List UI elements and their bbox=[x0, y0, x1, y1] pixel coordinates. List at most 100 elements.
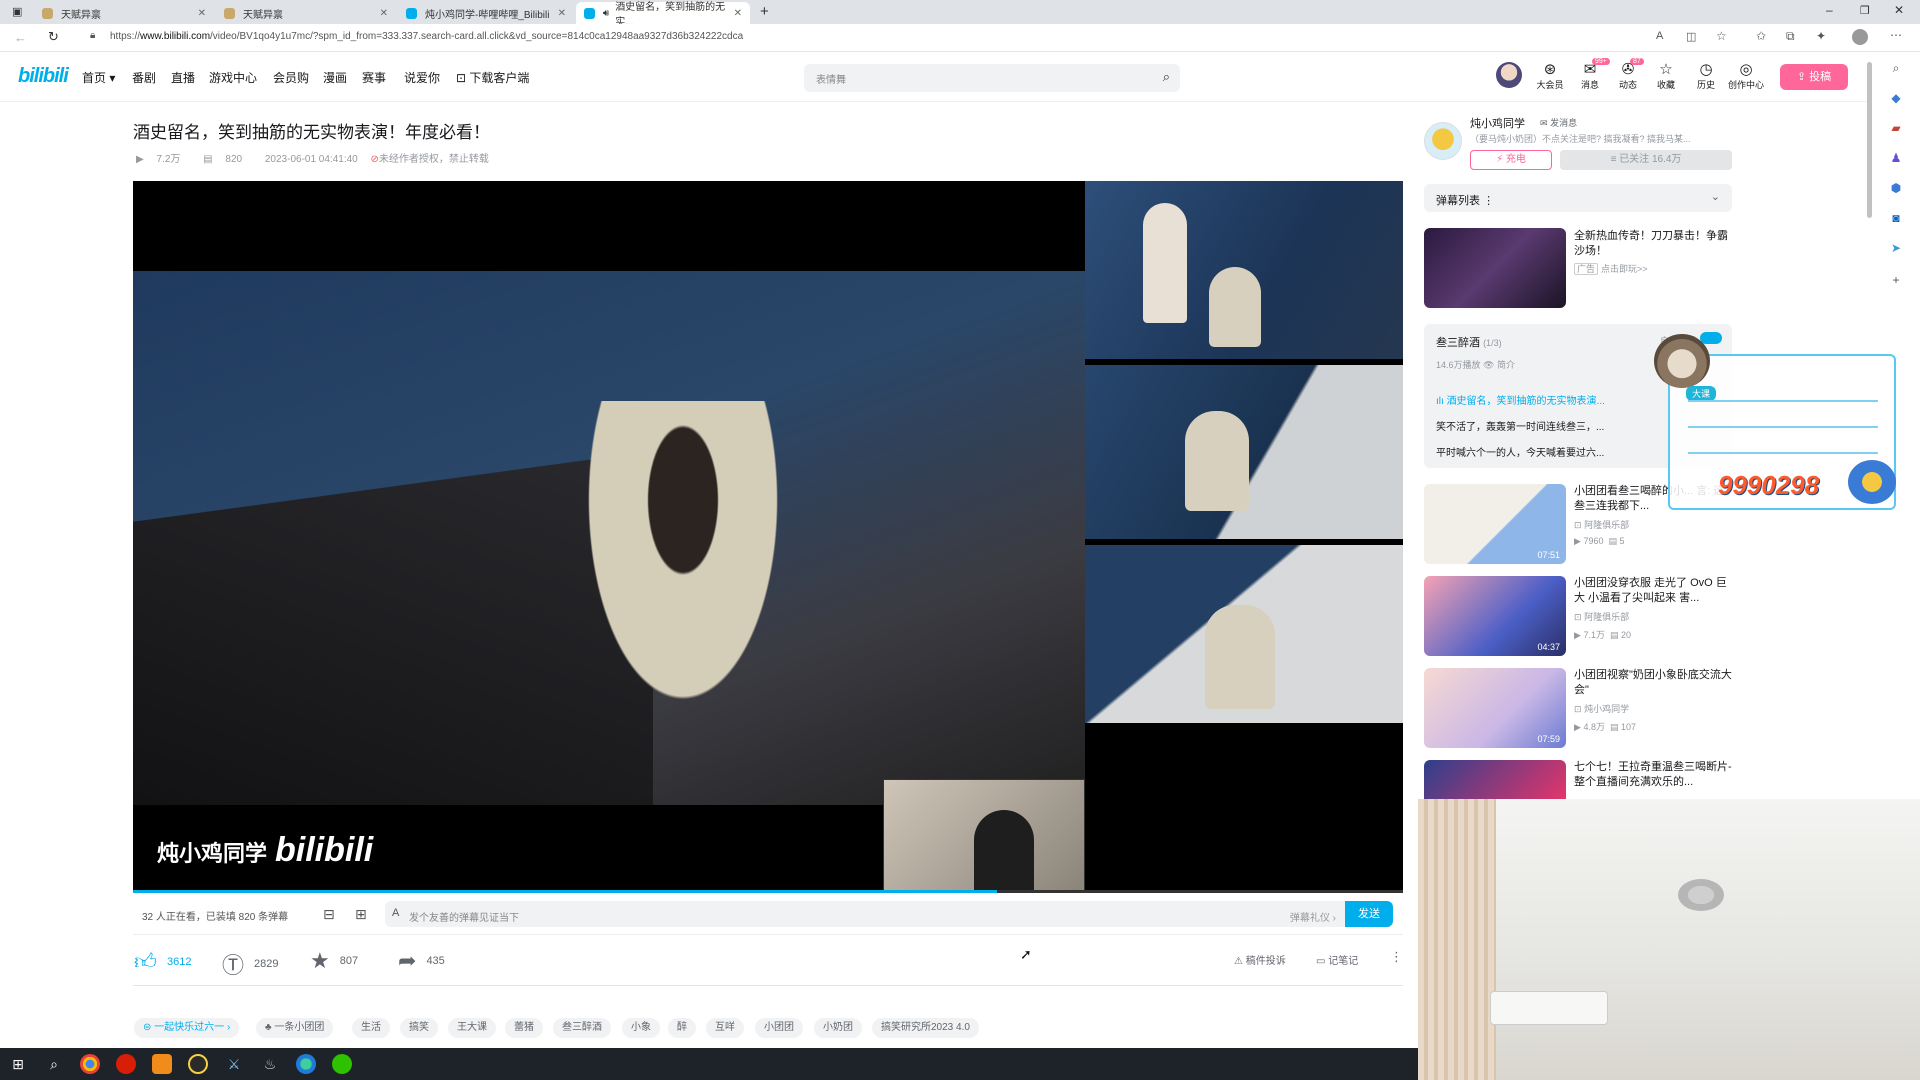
edge-icon[interactable] bbox=[296, 1054, 316, 1074]
tab-actions-icon[interactable]: ▣ bbox=[12, 5, 22, 18]
tag-item[interactable]: 醉 bbox=[668, 1018, 696, 1038]
app-icon[interactable] bbox=[188, 1054, 208, 1074]
nav-home[interactable]: 首页 ▾ bbox=[82, 69, 115, 86]
chrome-icon[interactable] bbox=[80, 1054, 100, 1074]
tab-close-icon[interactable]: ✕ bbox=[380, 8, 388, 19]
uploader-name[interactable]: 炖小鸡同学 bbox=[1470, 115, 1525, 131]
tag-sidebar-icon[interactable]: ◆ bbox=[1888, 90, 1904, 106]
rec-title[interactable]: 七个七！王拉奇重温叁三喝断片-整个直播间充满欢乐的... bbox=[1574, 760, 1734, 790]
danmaku-etiquette-link[interactable]: 弹幕礼仪 › bbox=[1290, 909, 1336, 924]
rec-uploader[interactable]: ⊡ 阿隆俱乐部 bbox=[1574, 518, 1629, 531]
bilibili-logo[interactable]: bilibili bbox=[18, 65, 69, 88]
rec-title[interactable]: 小团团没穿衣服 走光了 OvO 巨大 小温看了尖叫起来 害... bbox=[1574, 576, 1734, 606]
rec-thumbnail[interactable]: 07:59 bbox=[1424, 668, 1566, 748]
rec-thumbnail[interactable]: 04:37 bbox=[1424, 576, 1566, 656]
office-sidebar-icon[interactable]: ⬢ bbox=[1888, 180, 1904, 196]
outlook-sidebar-icon[interactable]: ◙ bbox=[1888, 210, 1904, 226]
browser-tab[interactable]: 天赋异禀 ✕ bbox=[34, 2, 214, 24]
nav-game-center[interactable]: 游戏中心 bbox=[209, 69, 257, 86]
nav-manga[interactable]: 漫画 bbox=[323, 69, 347, 86]
tag-item[interactable]: 小奶团 bbox=[814, 1018, 862, 1038]
tag-item[interactable]: 生活 bbox=[352, 1018, 390, 1038]
danmaku-list-header[interactable]: 弹幕列表 ⋮ ⌄ bbox=[1424, 184, 1732, 212]
collection-episode[interactable]: ılı 酒史留名，笑到抽筋的无实物表演... bbox=[1436, 392, 1636, 407]
danmaku-style-icon[interactable]: A bbox=[392, 907, 399, 919]
app-icon[interactable] bbox=[152, 1054, 172, 1074]
tag-item[interactable]: 搞笑 bbox=[400, 1018, 438, 1038]
chevron-down-icon[interactable]: ⌄ bbox=[1711, 190, 1720, 203]
report-button[interactable]: ⚠ 稿件投诉 bbox=[1234, 952, 1286, 967]
tag-item[interactable]: 小象 bbox=[622, 1018, 660, 1038]
collections-icon[interactable]: ⧉ bbox=[1786, 29, 1795, 44]
coin-button[interactable]: Ⓣ 2829 bbox=[222, 948, 279, 980]
nav-event[interactable]: 说爱你 bbox=[404, 69, 440, 86]
nav-live[interactable]: 直播 bbox=[171, 69, 195, 86]
rec-uploader[interactable]: ⊡ 炖小鸡同学 bbox=[1574, 702, 1629, 715]
autoplay-toggle[interactable] bbox=[1700, 332, 1722, 344]
tag-topic[interactable]: ⊜ 一起快乐过六一 › bbox=[134, 1018, 240, 1038]
danmaku-input[interactable]: A 发个友善的弹幕见证当下 弹幕礼仪 › bbox=[385, 901, 1348, 927]
add-sidebar-icon[interactable]: + bbox=[1888, 272, 1904, 288]
upload-button[interactable]: ⇪ 投稿 bbox=[1780, 64, 1848, 90]
search-taskbar-icon[interactable]: ⌕ bbox=[44, 1054, 64, 1074]
windows-start-icon[interactable]: ⊞ bbox=[8, 1054, 28, 1074]
tab-close-icon[interactable]: ✕ bbox=[558, 8, 566, 19]
header-favorite[interactable]: ☆ 收藏 bbox=[1646, 62, 1686, 91]
search-box[interactable]: 表情舞 ⌕ bbox=[804, 64, 1180, 92]
new-tab-icon[interactable]: + bbox=[760, 3, 769, 20]
tag-item[interactable]: 小团团 bbox=[755, 1018, 803, 1038]
danmaku-settings-icon[interactable]: ⊞ bbox=[355, 906, 367, 923]
back-icon[interactable]: ← bbox=[14, 30, 27, 45]
lock-icon[interactable]: 🔒︎ bbox=[90, 30, 95, 41]
app-icon[interactable]: ⚔ bbox=[224, 1054, 244, 1074]
briefcase-sidebar-icon[interactable]: ▰ bbox=[1888, 120, 1904, 136]
rec-title[interactable]: 小团团视察"奶团小象卧底交流大会" bbox=[1574, 668, 1734, 698]
extension-icon[interactable]: ✦ bbox=[1816, 29, 1826, 43]
send-danmaku-button[interactable]: 发送 bbox=[1345, 901, 1393, 927]
ad-label[interactable]: 广告 点击即玩>> bbox=[1574, 262, 1648, 275]
search-icon[interactable]: ⌕ bbox=[1163, 69, 1170, 85]
page-scrollbar[interactable] bbox=[1867, 62, 1872, 218]
nav-download[interactable]: ⊡ 下载客户端 bbox=[456, 69, 529, 86]
search-sidebar-icon[interactable]: ⌕ bbox=[1888, 60, 1904, 76]
ad-thumbnail[interactable] bbox=[1424, 228, 1566, 308]
more-menu-icon[interactable]: ⋯ bbox=[1890, 28, 1902, 42]
header-vip[interactable]: ⊛ 大会员 bbox=[1530, 62, 1570, 91]
collection-episode[interactable]: 平时喊六个一的人，今天喊着要过六... bbox=[1436, 444, 1636, 459]
netease-music-icon[interactable] bbox=[116, 1054, 136, 1074]
ad-title[interactable]: 全新热血传奇！刀刀暴击！争霸沙场！ bbox=[1574, 229, 1734, 259]
reader-view-icon[interactable]: ◫ bbox=[1686, 30, 1696, 43]
note-button[interactable]: ▭ 记笔记 bbox=[1316, 952, 1358, 967]
close-window-icon[interactable]: ✕ bbox=[1894, 3, 1904, 17]
favorite-button[interactable]: ★ 807 bbox=[310, 948, 358, 974]
favorites-list-icon[interactable]: ✩ bbox=[1756, 29, 1766, 43]
favorite-page-icon[interactable]: ☆ bbox=[1716, 29, 1727, 43]
restore-icon[interactable]: ❐ bbox=[1860, 4, 1870, 17]
tag-item[interactable]: 王大课 bbox=[448, 1018, 496, 1038]
minimize-icon[interactable]: – bbox=[1826, 3, 1833, 17]
browser-tab[interactable]: 炖小鸡同学-哔哩哔哩_Bilibili ✕ bbox=[398, 2, 574, 24]
nav-anime[interactable]: 番剧 bbox=[132, 69, 156, 86]
nav-mall[interactable]: 会员购 bbox=[273, 69, 309, 86]
send-sidebar-icon[interactable]: ➤ bbox=[1888, 240, 1904, 256]
search-input[interactable]: 表情舞 bbox=[816, 71, 846, 86]
send-message-link[interactable]: ✉ 发消息 bbox=[1540, 116, 1577, 129]
charge-button[interactable]: ⚡ 充电 bbox=[1470, 150, 1552, 170]
nav-esports[interactable]: 赛事 bbox=[362, 69, 386, 86]
header-history[interactable]: ◷ 历史 bbox=[1686, 62, 1726, 91]
rec-thumbnail[interactable] bbox=[1424, 760, 1566, 800]
follow-button[interactable]: ≡ 已关注 16.4万 bbox=[1560, 150, 1732, 170]
more-actions-icon[interactable]: ⋮ bbox=[1390, 949, 1403, 965]
collection-episode[interactable]: 笑不活了，轰轰第一时间连线叁三，... bbox=[1436, 418, 1636, 433]
tag-item[interactable]: 叁三醉酒 bbox=[553, 1018, 611, 1038]
header-creator[interactable]: ◎ 创作中心 bbox=[1726, 62, 1766, 91]
header-dynamic[interactable]: 87 ✇ 动态 bbox=[1608, 58, 1648, 91]
collection-title[interactable]: 叁三醉酒 (1/3) bbox=[1436, 334, 1502, 350]
tab-close-icon[interactable]: ✕ bbox=[198, 8, 206, 19]
url-field[interactable]: https://www.bilibili.com/video/BV1qo4y1u… bbox=[110, 31, 743, 42]
read-aloud-icon[interactable]: A bbox=[1656, 30, 1663, 42]
uploader-avatar[interactable] bbox=[1424, 122, 1462, 160]
share-button[interactable]: ➦ 435 bbox=[398, 948, 445, 974]
tag-item[interactable]: ♣ 一条小团团 bbox=[256, 1018, 334, 1038]
tag-item[interactable]: 互咩 bbox=[706, 1018, 744, 1038]
